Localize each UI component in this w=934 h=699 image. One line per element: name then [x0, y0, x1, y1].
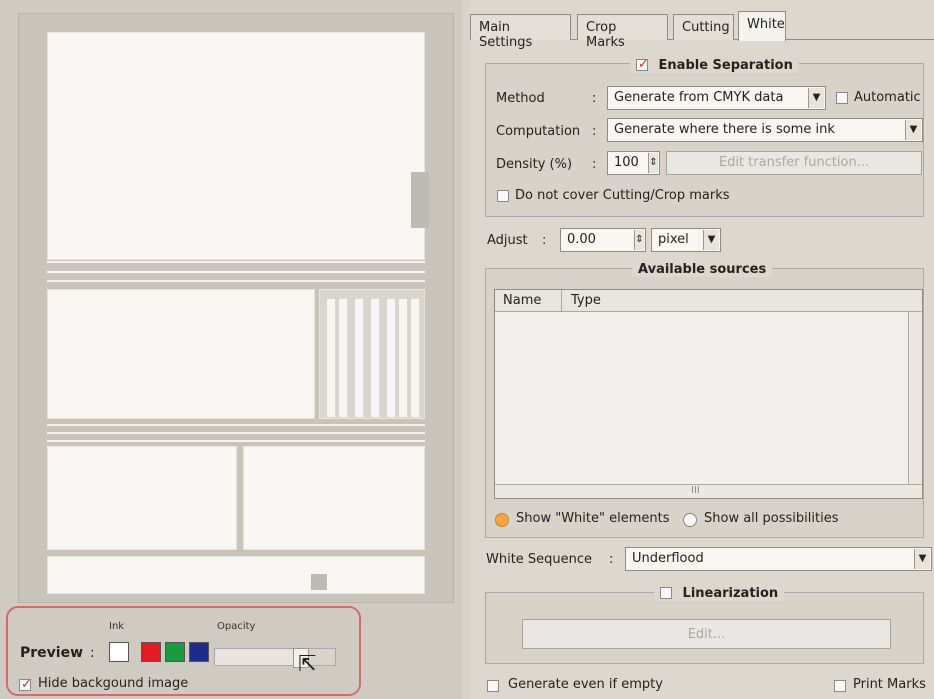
- vertical-line-1: [327, 299, 335, 417]
- opacity-label: Opacity: [217, 621, 256, 632]
- vertical-line-6: [399, 299, 407, 417]
- show-all-possibilities-radio[interactable]: [683, 513, 697, 527]
- white-swatch[interactable]: [109, 642, 129, 662]
- blue-swatch[interactable]: [189, 642, 209, 662]
- print-marks-checkbox[interactable]: [834, 680, 846, 692]
- lower-left-area: [47, 446, 237, 550]
- method-label: Method: [496, 91, 545, 106]
- red-swatch[interactable]: [141, 642, 161, 662]
- adjust-label: Adjust: [487, 233, 528, 248]
- stripe-5: [47, 432, 425, 434]
- linearization-checkbox[interactable]: [660, 587, 672, 599]
- stripe-2: [47, 271, 425, 273]
- do-not-cover-label: Do not cover Cutting/Crop marks: [515, 188, 730, 203]
- vertical-line-7: [411, 299, 419, 417]
- name-column-header[interactable]: Name: [503, 293, 541, 308]
- tab-crop-marks[interactable]: Crop Marks: [577, 14, 668, 50]
- preview-label: Preview: [20, 645, 84, 661]
- settings-tabs: Main Settings Crop Marks Cutting White: [470, 8, 934, 50]
- hide-background-label: Hide backgound image: [38, 676, 189, 691]
- scroll-grip: III: [691, 485, 700, 496]
- bottom-area: [47, 556, 425, 594]
- white-sequence-select[interactable]: Underflood ▼: [625, 547, 932, 571]
- sources-list-header: Name Type: [495, 290, 922, 312]
- linearization-title: Linearization: [654, 585, 785, 601]
- column-divider: [561, 290, 562, 312]
- adjust-input[interactable]: 0.00 ⇕: [560, 228, 646, 252]
- white-sequence-label: White Sequence: [486, 552, 593, 567]
- adjust-value: 0.00: [567, 232, 596, 247]
- top-white-area: [47, 32, 425, 260]
- sources-list[interactable]: Name Type III: [494, 289, 923, 499]
- adjust-colon: :: [542, 233, 547, 248]
- enable-separation-label: Enable Separation: [658, 58, 793, 73]
- settings-panel: Main Settings Crop Marks Cutting White E…: [470, 0, 934, 699]
- print-settings-window: Ink Opacity Preview : ⇱ Hide backgound i…: [0, 0, 934, 699]
- computation-select[interactable]: Generate where there is some ink ▼: [607, 118, 923, 142]
- vertical-line-3: [355, 299, 363, 417]
- computation-colon: :: [592, 124, 597, 139]
- do-not-cover-checkbox[interactable]: [497, 190, 509, 202]
- vertical-line-2: [339, 299, 347, 417]
- stripe-1: [47, 261, 425, 263]
- vertical-line-5: [387, 299, 395, 417]
- tab-main-settings[interactable]: Main Settings: [470, 14, 571, 50]
- density-colon: :: [592, 157, 597, 172]
- middle-white-area: [47, 289, 315, 419]
- generate-even-if-empty-label: Generate even if empty: [508, 677, 663, 692]
- lower-right-area: [243, 446, 425, 550]
- type-column-header[interactable]: Type: [571, 293, 601, 308]
- chevron-down-icon: ▼: [703, 230, 719, 250]
- vertical-line-4: [371, 299, 379, 417]
- computation-label: Computation: [496, 124, 581, 139]
- method-colon: :: [592, 91, 597, 106]
- stepper-icon[interactable]: ⇕: [634, 230, 644, 250]
- enable-separation-checkbox[interactable]: [636, 57, 649, 72]
- stripe-6: [47, 440, 425, 442]
- stripe-4: [47, 424, 425, 426]
- green-swatch[interactable]: [165, 642, 185, 662]
- preview-colon: :: [90, 645, 95, 661]
- opacity-slider[interactable]: [214, 648, 336, 668]
- tab-cutting[interactable]: Cutting: [673, 14, 734, 40]
- method-select[interactable]: Generate from CMYK data ▼: [607, 86, 826, 110]
- ink-label: Ink: [109, 621, 125, 632]
- chevron-down-icon: ▼: [905, 120, 921, 140]
- opacity-fill: [215, 649, 301, 665]
- mouse-cursor-icon: ⇱: [298, 652, 317, 677]
- unit-value: pixel: [658, 232, 689, 247]
- show-all-possibilities-label: Show all possibilities: [704, 511, 839, 526]
- density-value: 100: [614, 155, 639, 170]
- bottom-square: [311, 574, 327, 590]
- automatic-checkbox[interactable]: [836, 92, 848, 104]
- chevron-down-icon: ▼: [914, 549, 930, 569]
- automatic-label: Automatic: [854, 90, 921, 105]
- horizontal-scrollbar[interactable]: III: [495, 484, 922, 498]
- linearization-label: Linearization: [682, 586, 779, 601]
- print-marks-label: Print Marks: [853, 677, 926, 692]
- available-sources-title: Available sources: [632, 262, 773, 277]
- document-preview: [18, 13, 454, 603]
- enable-separation-title: Enable Separation: [630, 57, 799, 73]
- computation-value: Generate where there is some ink: [614, 122, 835, 137]
- preview-panel: Ink Opacity Preview : ⇱ Hide backgound i…: [0, 0, 462, 699]
- method-value: Generate from CMYK data: [614, 90, 784, 105]
- unit-select[interactable]: pixel ▼: [651, 228, 721, 252]
- chevron-down-icon: ▼: [808, 88, 824, 108]
- density-label: Density (%): [496, 157, 573, 172]
- vertical-scrollbar[interactable]: [908, 312, 922, 486]
- linearization-edit-button[interactable]: Edit...: [522, 619, 891, 649]
- top-cutout: [411, 172, 429, 228]
- show-white-elements-label: Show "White" elements: [516, 511, 670, 526]
- density-input[interactable]: 100 ⇕: [607, 151, 660, 175]
- white-sequence-colon: :: [609, 552, 614, 567]
- stepper-icon[interactable]: ⇕: [648, 153, 658, 173]
- tab-white[interactable]: White: [738, 11, 786, 41]
- hide-background-checkbox[interactable]: [19, 677, 32, 692]
- edit-transfer-function-button[interactable]: Edit transfer function...: [666, 151, 922, 175]
- white-sequence-value: Underflood: [632, 551, 704, 566]
- generate-even-if-empty-checkbox[interactable]: [487, 680, 499, 692]
- stripe-3: [47, 280, 425, 282]
- show-white-elements-radio[interactable]: [495, 513, 509, 527]
